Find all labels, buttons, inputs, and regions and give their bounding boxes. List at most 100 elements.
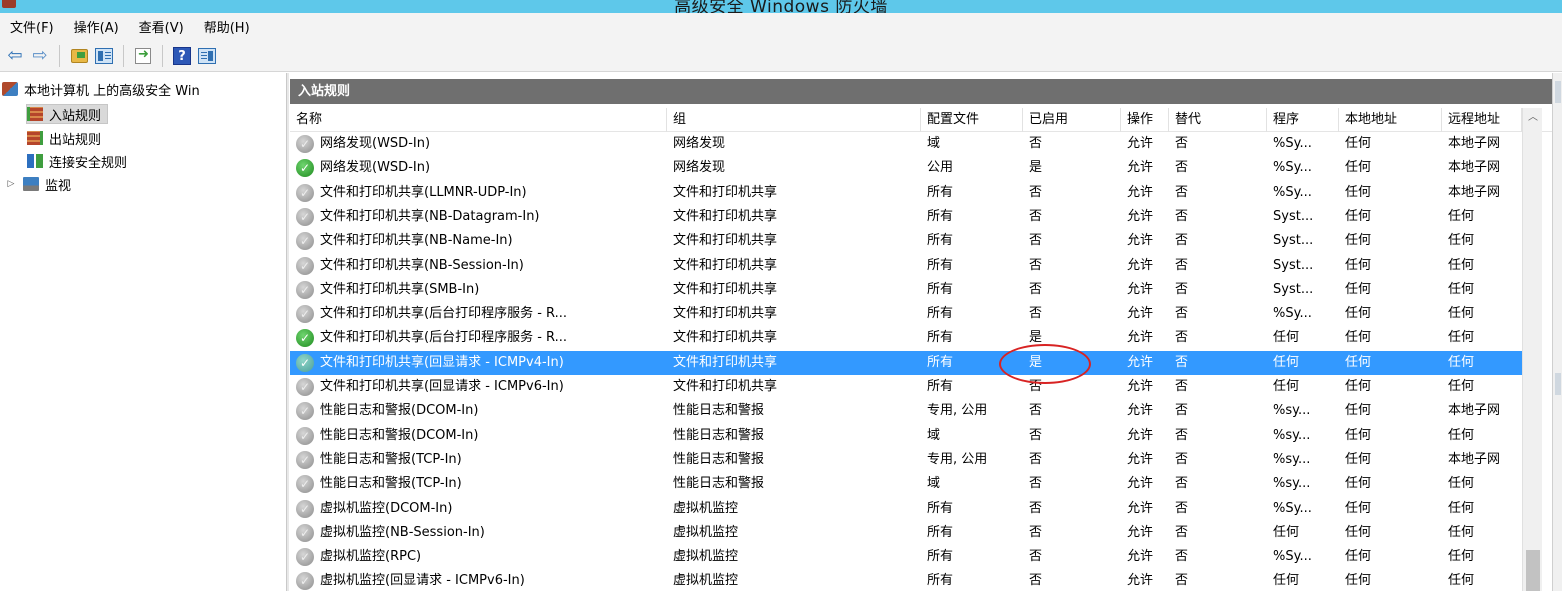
show-console-tree-button[interactable]: [93, 45, 115, 67]
forward-button[interactable]: ⇨: [29, 45, 51, 67]
export-icon: [135, 47, 151, 64]
cell-override: 否: [1175, 476, 1189, 492]
table-row[interactable]: 文件和打印机共享(NB-Name-In) 文件和打印机共享 所有 否 允许 否 Syst..…: [290, 229, 1522, 253]
table-row[interactable]: 虚拟机监控(回显请求 - ICMPv6-In) 虚拟机监控 所有 否 允许 否 任何 任何 任何: [290, 569, 1522, 591]
cell-action: 允许: [1127, 451, 1154, 467]
tree-item-connection-security-rules[interactable]: 连接安全规则: [27, 151, 127, 171]
column-header-enabled[interactable]: 已启用: [1023, 108, 1121, 132]
window-title: 高级安全 Windows 防火墙: [674, 0, 888, 13]
cell-remote: 本地子网: [1448, 184, 1501, 200]
cell-group: 虚拟机监控: [673, 573, 739, 589]
cell-action: 允许: [1127, 208, 1154, 224]
cell-program: %Sy...: [1273, 136, 1312, 151]
cell-program: %Sy...: [1273, 549, 1312, 565]
cell-program: Syst...: [1273, 281, 1314, 297]
show-action-pane-button[interactable]: [196, 45, 218, 67]
table-row[interactable]: 文件和打印机共享(回显请求 - ICMPv4-In) 文件和打印机共享 所有 是 允许 否…: [290, 350, 1522, 375]
pane-splitter[interactable]: [286, 73, 289, 591]
cell-local: 任何: [1345, 549, 1372, 565]
tree-item-outbound-rules[interactable]: 出站规则: [27, 128, 101, 148]
cell-local: 任何: [1345, 136, 1372, 151]
cell-override: 否: [1175, 573, 1189, 589]
table-row[interactable]: 网络发现(WSD-In) 网络发现 域 否 允许 否 %Sy... 任何 本地子网: [290, 132, 1522, 156]
table-row[interactable]: 性能日志和警报(DCOM-In) 性能日志和警报 专用, 公用 否 允许 否 %sy... 任…: [290, 399, 1522, 423]
column-header-remote-address[interactable]: 远程地址: [1442, 108, 1522, 132]
action-pane-marker: [1555, 81, 1561, 103]
expand-arrow-icon[interactable]: ▷: [5, 179, 17, 189]
forward-arrow-icon: ⇨: [32, 44, 48, 66]
cell-program: %sy...: [1273, 451, 1311, 467]
column-header-group[interactable]: 组: [667, 108, 921, 132]
table-row[interactable]: 文件和打印机共享(后台打印程序服务 - R... 文件和打印机共享 所有 否 允许 否 %S…: [290, 302, 1522, 326]
cell-override: 否: [1175, 403, 1189, 419]
cell-action: 允许: [1127, 427, 1154, 443]
cell-remote: 任何: [1448, 208, 1475, 224]
cell-local: 任何: [1345, 427, 1372, 443]
table-row[interactable]: 虚拟机监控(DCOM-In) 虚拟机监控 所有 否 允许 否 %Sy... 任何 任何: [290, 497, 1522, 521]
column-header-program[interactable]: 程序: [1267, 108, 1339, 132]
cell-remote: 任何: [1448, 549, 1475, 565]
cell-program: 任何: [1273, 354, 1300, 370]
cell-profile: 所有: [927, 354, 954, 370]
cell-enabled: 否: [1029, 136, 1043, 151]
cell-remote: 本地子网: [1448, 451, 1501, 467]
vertical-scrollbar[interactable]: ︿ ≡: [1522, 108, 1542, 591]
monitoring-icon: [23, 177, 39, 191]
cell-name: 网络发现(WSD-In): [320, 136, 431, 151]
cell-action: 允许: [1127, 549, 1154, 565]
menu-file[interactable]: 文件(F): [10, 17, 54, 36]
cell-action: 允许: [1127, 354, 1154, 370]
menu-view[interactable]: 查看(V): [139, 17, 184, 36]
console-tree-icon: [95, 47, 113, 64]
cell-profile: 所有: [927, 379, 954, 394]
table-row[interactable]: 性能日志和警报(TCP-In) 性能日志和警报 专用, 公用 否 允许 否 %sy... 任何…: [290, 448, 1522, 472]
cell-group: 性能日志和警报: [673, 451, 765, 467]
cell-remote: 本地子网: [1448, 136, 1501, 151]
console-tree: 本地计算机 上的高级安全 Win 入站规则 出站规则 连接安全规则 ▷ 监视: [0, 73, 286, 591]
column-header-local-address[interactable]: 本地地址: [1339, 108, 1442, 132]
back-button[interactable]: ⇦: [4, 45, 26, 67]
tree-item-monitoring[interactable]: ▷ 监视: [5, 174, 71, 194]
tree-root[interactable]: 本地计算机 上的高级安全 Win: [2, 79, 200, 99]
cell-enabled: 否: [1029, 208, 1043, 224]
table-row[interactable]: 文件和打印机共享(SMB-In) 文件和打印机共享 所有 否 允许 否 Syst... 任何 任…: [290, 278, 1522, 302]
cell-enabled: 否: [1029, 233, 1043, 249]
cell-local: 任何: [1345, 257, 1372, 273]
column-header-profile[interactable]: 配置文件: [921, 108, 1023, 132]
cell-program: Syst...: [1273, 257, 1314, 273]
column-header-name[interactable]: 名称: [290, 108, 667, 132]
menu-help[interactable]: 帮助(H): [204, 17, 250, 36]
table-row[interactable]: 文件和打印机共享(回显请求 - ICMPv6-In) 文件和打印机共享 所有 否 允许 否…: [290, 375, 1522, 399]
export-list-button[interactable]: [132, 45, 154, 67]
table-row[interactable]: 性能日志和警报(TCP-In) 性能日志和警报 域 否 允许 否 %sy... 任何 任何: [290, 472, 1522, 496]
column-header-override[interactable]: 替代: [1169, 108, 1267, 132]
table-row[interactable]: 文件和打印机共享(NB-Datagram-In) 文件和打印机共享 所有 否 允许 否 Sy…: [290, 205, 1522, 229]
scrollbar-thumb[interactable]: [1526, 550, 1540, 591]
cell-remote: 本地子网: [1448, 160, 1501, 176]
panel-title: 入站规则: [290, 79, 1552, 104]
up-level-button[interactable]: [68, 45, 90, 67]
table-row[interactable]: 虚拟机监控(RPC) 虚拟机监控 所有 否 允许 否 %Sy... 任何 任何: [290, 545, 1522, 569]
table-row[interactable]: 虚拟机监控(NB-Session-In) 虚拟机监控 所有 否 允许 否 任何 任何 任何: [290, 521, 1522, 545]
cell-remote: 任何: [1448, 306, 1475, 322]
menu-action[interactable]: 操作(A): [74, 17, 119, 36]
help-button[interactable]: ?: [171, 45, 193, 67]
cell-action: 允许: [1127, 403, 1154, 419]
cell-profile: 专用, 公用: [927, 451, 988, 467]
table-row[interactable]: 文件和打印机共享(LLMNR-UDP-In) 文件和打印机共享 所有 否 允许 否 %Sy.…: [290, 181, 1522, 205]
tree-item-inbound-rules[interactable]: 入站规则: [26, 104, 109, 124]
cell-action: 允许: [1127, 160, 1154, 176]
cell-group: 网络发现: [673, 136, 726, 151]
table-row[interactable]: 文件和打印机共享(NB-Session-In) 文件和打印机共享 所有 否 允许 否 Sys…: [290, 254, 1522, 278]
scroll-up-icon[interactable]: ︿: [1523, 108, 1543, 128]
cell-program: 任何: [1273, 573, 1300, 589]
cell-name: 虚拟机监控(回显请求 - ICMPv6-In): [320, 573, 525, 589]
cell-program: Syst...: [1273, 233, 1314, 249]
cell-enabled: 否: [1029, 451, 1043, 467]
table-row[interactable]: 文件和打印机共享(后台打印程序服务 - R... 文件和打印机共享 所有 是 允许 否 任何…: [290, 326, 1522, 350]
cell-group: 文件和打印机共享: [673, 208, 778, 224]
connection-security-icon: [27, 154, 43, 168]
column-header-action[interactable]: 操作: [1121, 108, 1169, 132]
table-row[interactable]: 性能日志和警报(DCOM-In) 性能日志和警报 域 否 允许 否 %sy... 任何 任何: [290, 424, 1522, 448]
table-row[interactable]: 网络发现(WSD-In) 网络发现 公用 是 允许 否 %Sy... 任何 本地子网: [290, 156, 1522, 180]
